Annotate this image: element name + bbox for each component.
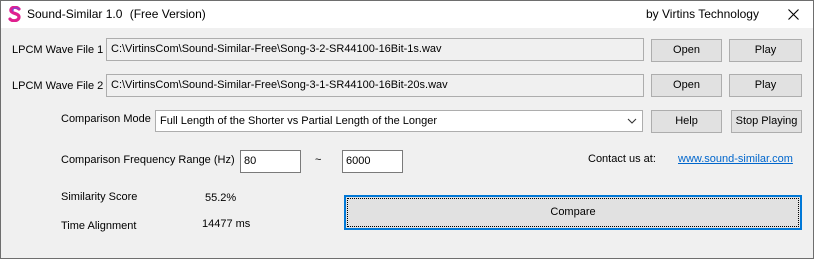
- frequency-low-input[interactable]: 80: [240, 150, 301, 173]
- main-window: Sound-Similar 1.0 (Free Version) by Virt…: [0, 0, 814, 259]
- file1-play-button[interactable]: Play: [729, 39, 802, 62]
- chevron-down-icon: [627, 118, 637, 124]
- similarity-score-value: 55.2%: [205, 192, 237, 204]
- website-link[interactable]: www.sound-similar.com: [678, 153, 793, 165]
- help-button[interactable]: Help: [651, 110, 722, 133]
- title-bar[interactable]: Sound-Similar 1.0 (Free Version) by Virt…: [1, 1, 813, 28]
- file2-play-button[interactable]: Play: [729, 74, 802, 97]
- app-name: Sound-Similar 1.0: [27, 7, 123, 21]
- comparison-mode-label: Comparison Mode: [61, 113, 151, 125]
- file2-path-field[interactable]: C:\VirtinsCom\Sound-Similar-Free\Song-3-…: [106, 74, 644, 97]
- comparison-mode-value: Full Length of the Shorter vs Partial Le…: [160, 115, 438, 127]
- app-edition: (Free Version): [129, 7, 206, 21]
- frequency-high-input[interactable]: 6000: [342, 150, 403, 173]
- frequency-range-label: Comparison Frequency Range (Hz): [61, 154, 235, 166]
- comparison-mode-select[interactable]: Full Length of the Shorter vs Partial Le…: [155, 110, 643, 132]
- close-button[interactable]: [773, 1, 813, 28]
- company-name: by Virtins Technology: [646, 7, 759, 21]
- stop-playing-button[interactable]: Stop Playing: [731, 110, 802, 133]
- file1-open-button[interactable]: Open: [651, 39, 722, 62]
- compare-button[interactable]: Compare: [344, 195, 802, 230]
- contact-label: Contact us at:: [588, 153, 656, 165]
- file1-path-field[interactable]: C:\VirtinsCom\Sound-Similar-Free\Song-3-…: [106, 38, 644, 61]
- file1-label: LPCM Wave File 1: [12, 44, 104, 56]
- similarity-score-label: Similarity Score: [61, 191, 138, 203]
- close-icon: [787, 9, 799, 20]
- time-alignment-label: Time Alignment: [61, 220, 137, 232]
- file2-open-button[interactable]: Open: [651, 74, 722, 97]
- time-alignment-value: 14477 ms: [202, 218, 251, 230]
- frequency-range-separator: ~: [315, 154, 322, 166]
- file2-label: LPCM Wave File 2: [12, 80, 104, 92]
- app-logo-icon: [8, 6, 21, 22]
- window-title: Sound-Similar 1.0 (Free Version): [27, 7, 206, 21]
